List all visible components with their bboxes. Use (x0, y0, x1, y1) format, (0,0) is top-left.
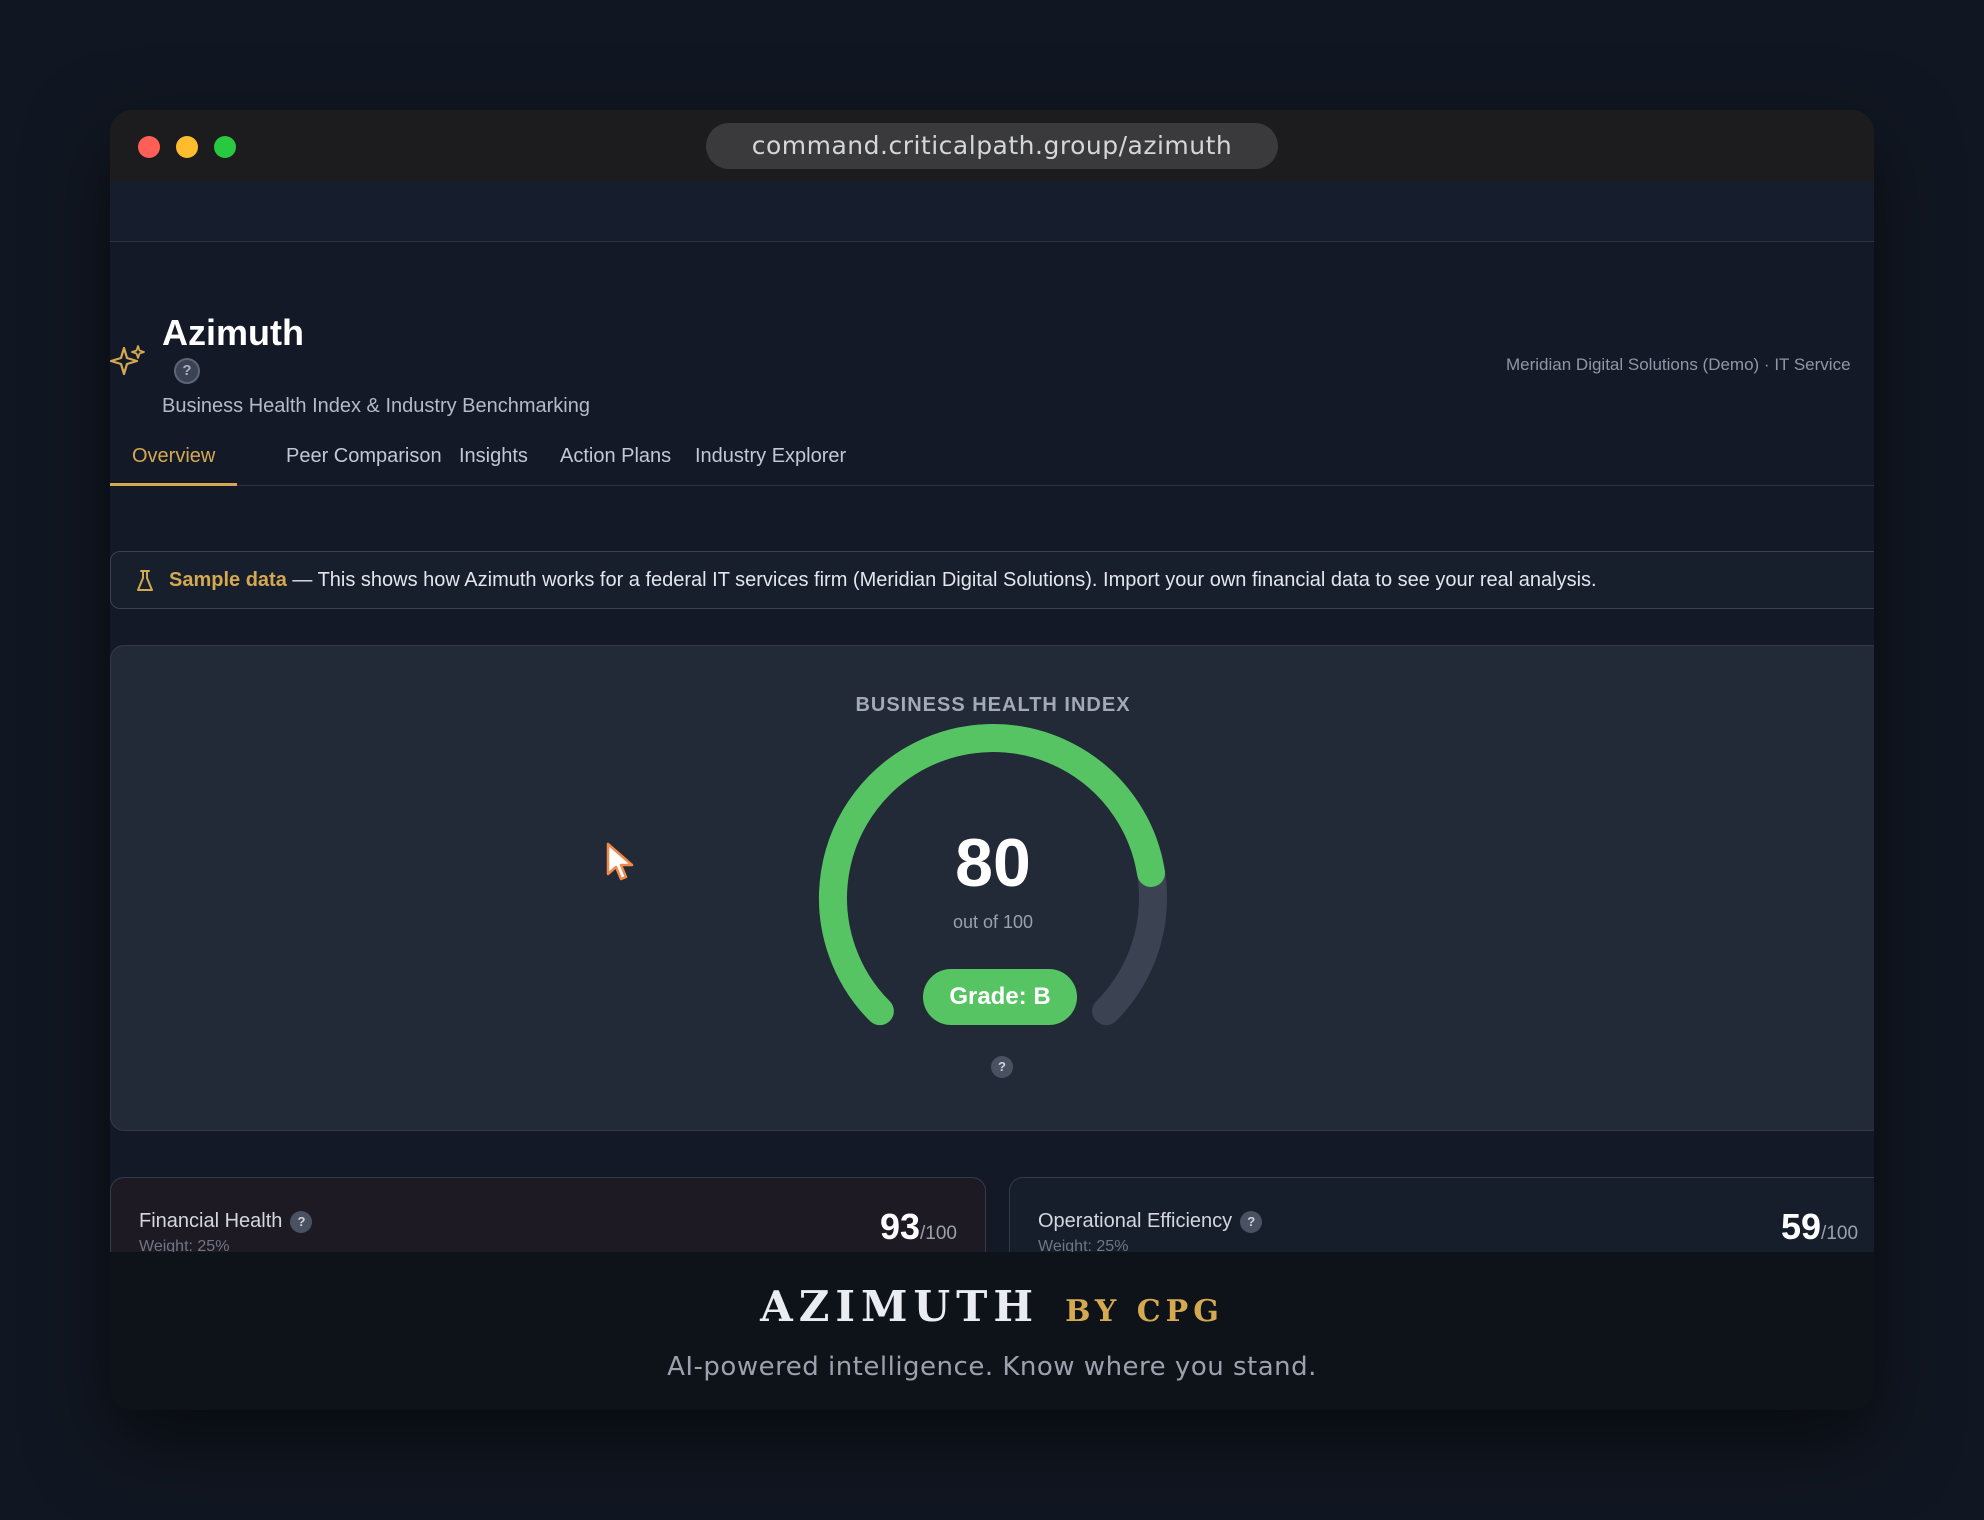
metric-name: Financial Health? (139, 1210, 313, 1233)
brand-tagline: AI-powered intelligence. Know where you … (667, 1352, 1317, 1382)
maximize-window-button[interactable] (214, 136, 236, 158)
brand-wordmark: AZIMUTH BY CPG (110, 1282, 1874, 1331)
sample-data-label: Sample data (169, 569, 287, 591)
sparkle-icon (110, 345, 145, 376)
tab-industry-explorer[interactable]: Industry Explorer (673, 432, 868, 486)
company-info: Meridian Digital Solutions (Demo) · IT S… (1506, 355, 1851, 374)
title-help-icon[interactable]: ? (174, 358, 200, 384)
browser-window: command.criticalpath.group/azimuth Azimu… (110, 110, 1874, 1410)
metric-score-value: 59 (1781, 1206, 1822, 1247)
promo-footer: AZIMUTH BY CPG AI-powered intelligence. K… (110, 1252, 1874, 1410)
top-nav-strip (110, 182, 1874, 242)
page-viewport: Azimuth ? Business Health Index & Indust… (110, 182, 1874, 1362)
health-score-subtext: out of 100 (952, 912, 1034, 932)
minimize-window-button[interactable] (176, 136, 198, 158)
metric-name-text: Financial Health (139, 1210, 283, 1232)
browser-titlebar: command.criticalpath.group/azimuth (110, 110, 1874, 182)
address-bar[interactable]: command.criticalpath.group/azimuth (706, 123, 1278, 169)
grade-badge: Grade: B (923, 969, 1077, 1025)
tab-peer-comparison[interactable]: Peer Comparison (264, 432, 464, 486)
help-icon[interactable]: ? (290, 1211, 313, 1233)
health-help-icon[interactable]: ? (991, 1056, 1013, 1078)
tab-action-plans[interactable]: Action Plans (538, 432, 693, 486)
brand-name: AZIMUTH (760, 1282, 1040, 1331)
metric-score: 93/100 (880, 1206, 957, 1248)
brand-byline: BY CPG (1065, 1294, 1224, 1329)
metric-score: 59/100 (1781, 1206, 1858, 1248)
metric-score-denominator: /100 (1821, 1223, 1859, 1244)
app-title: Azimuth (162, 312, 304, 353)
tab-bar: Overview Peer Comparison Insights Action… (110, 432, 1874, 486)
metric-name: Operational Efficiency? (1038, 1210, 1263, 1233)
metric-score-value: 93 (879, 1206, 921, 1247)
cursor-icon (606, 842, 634, 881)
business-health-card: BUSINESS HEALTH INDEX 80 out of 100 Grad… (110, 645, 1874, 1131)
flask-icon (137, 570, 153, 591)
sample-data-banner: Sample data — This shows how Azimuth wor… (110, 551, 1874, 609)
app-subtitle: Business Health Index & Industry Benchma… (162, 395, 590, 417)
help-icon[interactable]: ? (1240, 1211, 1263, 1233)
sample-data-text: — This shows how Azimuth works for a fed… (286, 569, 1597, 591)
health-score: 80 (955, 825, 1031, 901)
close-window-button[interactable] (138, 136, 160, 158)
metric-name-text: Operational Efficiency (1038, 1210, 1233, 1232)
tab-overview[interactable]: Overview (110, 432, 238, 486)
tab-insights[interactable]: Insights (437, 432, 550, 486)
metric-score-denominator: /100 (920, 1223, 957, 1244)
